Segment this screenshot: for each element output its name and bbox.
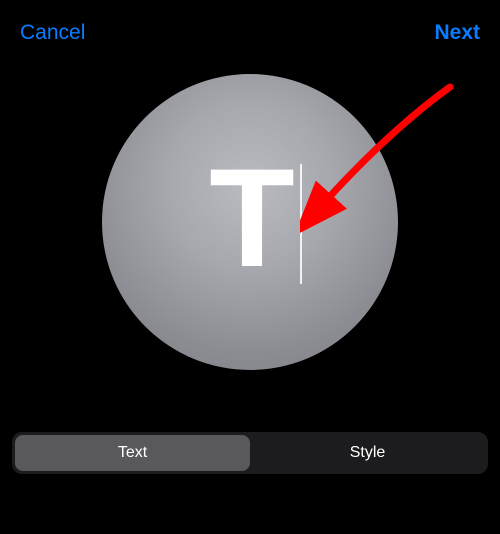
segment-style[interactable]: Style [250, 435, 485, 471]
next-button[interactable]: Next [434, 21, 480, 45]
text-cursor [300, 164, 302, 284]
top-bar: Cancel Next [0, 0, 500, 50]
monogram-circle[interactable]: T [102, 74, 398, 370]
monogram-editor: T [0, 74, 500, 370]
segmented-control-wrap: Text Style [12, 432, 488, 474]
cancel-button[interactable]: Cancel [20, 21, 85, 45]
monogram-input[interactable]: T [209, 148, 291, 288]
segment-text[interactable]: Text [15, 435, 250, 471]
segmented-control: Text Style [12, 432, 488, 474]
